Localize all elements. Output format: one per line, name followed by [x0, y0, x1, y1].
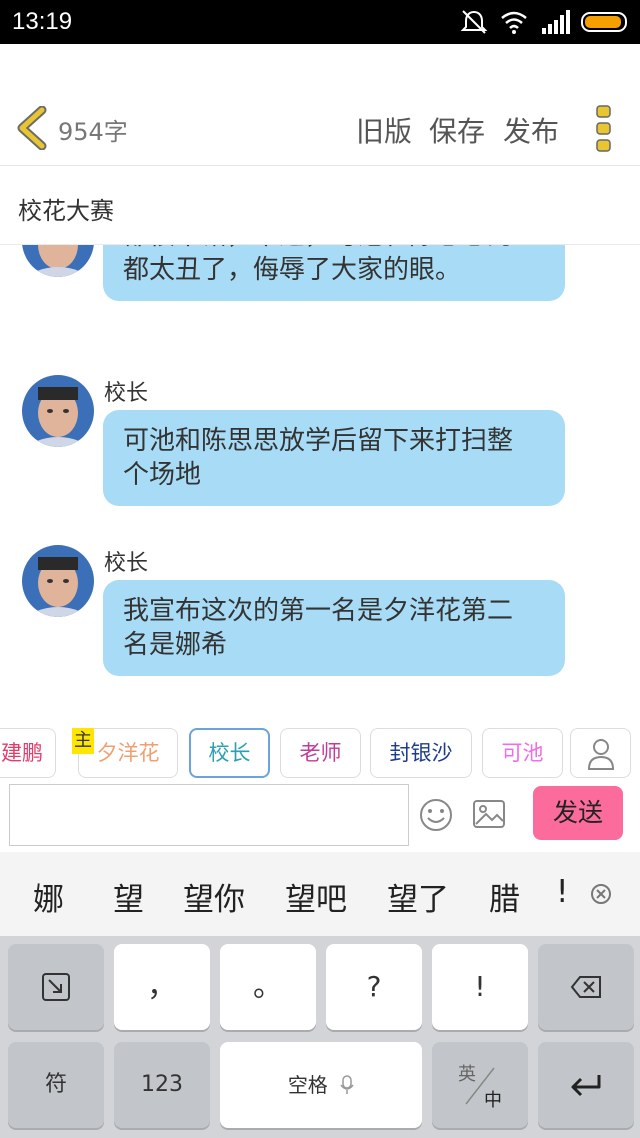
- battery-icon: [581, 12, 627, 32]
- collapse-keyboard-key[interactable]: [8, 944, 104, 1030]
- key-question[interactable]: ?: [326, 944, 422, 1030]
- chat-list[interactable]: 都很不错，不过，可池和陈思思的 都太丑了，侮辱了大家的眼。 校长 可池和陈思思放…: [0, 245, 640, 705]
- candidate-item[interactable]: 望: [113, 874, 144, 919]
- character-selector: 建鹏 夕洋花 校长 老师 封银沙 可池: [0, 726, 640, 782]
- chat-text-line: 都很不错，不过，可池和陈思思的: [123, 245, 547, 253]
- chat-text-line: 我宣布这次的第一名是夕洋花第二: [123, 596, 514, 626]
- chat-bubble[interactable]: 可池和陈思思放学后留下来打扫整 个场地: [103, 410, 565, 506]
- enter-icon: [571, 1075, 601, 1097]
- status-bar: 13:19: [0, 0, 640, 44]
- microphone-icon: [340, 1075, 354, 1094]
- space-key-label: 空格: [287, 1073, 328, 1097]
- numbers-key[interactable]: 123: [114, 1042, 210, 1128]
- sender-name: 校长: [104, 381, 149, 406]
- sender-name: 校长: [104, 551, 149, 576]
- avatar[interactable]: [22, 245, 94, 277]
- send-button[interactable]: 发送: [533, 786, 623, 840]
- enter-key[interactable]: [538, 1042, 634, 1128]
- symbols-key[interactable]: 符: [8, 1042, 104, 1128]
- character-chip-jianpeng[interactable]: 建鹏: [0, 728, 56, 778]
- person-icon: [587, 739, 614, 770]
- signal-icon: [542, 10, 570, 34]
- key-period[interactable]: 。: [220, 944, 316, 1030]
- close-candidates-icon[interactable]: [590, 883, 612, 905]
- mute-bell-icon: [460, 10, 488, 34]
- ime-candidate-bar: 娜 望 望你 望吧 望了 腊 !: [0, 852, 640, 936]
- chat-text-line: 个场地: [123, 460, 202, 490]
- space-key[interactable]: 空格: [220, 1042, 422, 1128]
- wifi-icon: [501, 11, 527, 34]
- candidate-item[interactable]: 望了: [387, 874, 449, 919]
- character-chip-fengyinsha[interactable]: 封银沙: [370, 728, 472, 778]
- candidate-item[interactable]: 娜: [33, 874, 64, 919]
- back-chevron-icon[interactable]: [14, 106, 50, 150]
- chat-bubble[interactable]: 都很不错，不过，可池和陈思思的 都太丑了，侮辱了大家的眼。: [103, 245, 565, 301]
- character-chip-kechi[interactable]: 可池: [482, 728, 563, 778]
- old-version-button[interactable]: 旧版: [356, 110, 412, 150]
- add-character-button[interactable]: [570, 728, 631, 778]
- story-title-bar[interactable]: 校花大赛: [0, 167, 640, 245]
- avatar[interactable]: [22, 375, 94, 447]
- character-chip-principal[interactable]: 校长: [189, 728, 270, 778]
- candidate-item[interactable]: 腊: [489, 874, 520, 919]
- chat-bubble[interactable]: 我宣布这次的第一名是夕洋花第二 名是娜希: [103, 580, 565, 676]
- lang-zh-label: 中: [484, 1090, 502, 1111]
- save-button[interactable]: 保存: [429, 110, 485, 150]
- status-time: 13:19: [12, 8, 73, 35]
- editor-header: 954字 旧版 保存 发布: [0, 44, 640, 166]
- key-exclamation[interactable]: !: [432, 944, 528, 1030]
- backspace-key[interactable]: [538, 944, 634, 1030]
- backspace-icon: [570, 976, 601, 998]
- candidate-item[interactable]: 望吧: [285, 874, 347, 919]
- avatar[interactable]: [22, 545, 94, 617]
- shrink-icon: [42, 973, 70, 1001]
- key-comma[interactable]: ，: [114, 944, 210, 1030]
- chat-text-line: 都太丑了，侮辱了大家的眼。: [123, 255, 462, 285]
- status-icons: [460, 10, 627, 34]
- message-input[interactable]: [9, 784, 409, 846]
- character-chip-teacher[interactable]: 老师: [280, 728, 361, 778]
- word-count: 954字: [58, 118, 128, 146]
- candidate-item[interactable]: !: [556, 874, 566, 910]
- chat-text-line: 名是娜希: [123, 630, 228, 660]
- more-menu-icon[interactable]: [594, 104, 614, 154]
- image-icon[interactable]: [472, 799, 506, 829]
- publish-button[interactable]: 发布: [503, 110, 559, 150]
- story-title: 校花大赛: [18, 197, 114, 225]
- main-character-tag: 主: [72, 728, 94, 754]
- candidate-item[interactable]: 望你: [183, 874, 245, 919]
- composer: 发送: [0, 782, 640, 852]
- language-switch-key[interactable]: 英 中: [432, 1042, 528, 1128]
- chat-text-line: 可池和陈思思放学后留下来打扫整: [123, 426, 514, 456]
- soft-keyboard: ， 。 ? ! 符 123 空格 英 中: [0, 936, 640, 1138]
- emoji-icon[interactable]: [418, 797, 454, 833]
